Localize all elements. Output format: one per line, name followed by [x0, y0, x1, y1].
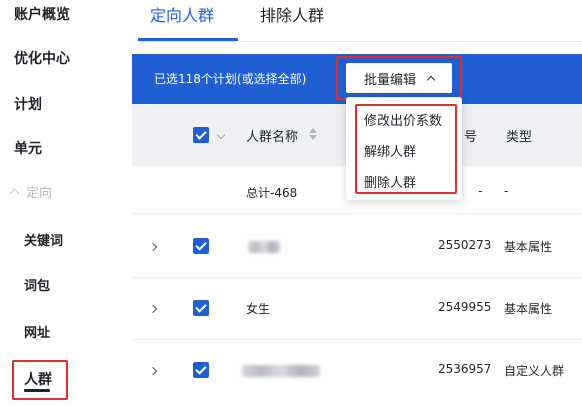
column-header-type[interactable]: 类型	[506, 126, 532, 145]
sidebar-item-url[interactable]: 网址	[24, 322, 50, 341]
highlight-frame	[355, 104, 457, 194]
table-row[interactable]: 女生 2549955 基本属性	[132, 278, 582, 340]
highlight-frame	[336, 56, 462, 100]
row-id: 2536957	[438, 362, 492, 376]
tab-targeted-audience[interactable]: 定向人群	[150, 2, 214, 26]
summary-id: -	[478, 184, 483, 198]
row-id: 2549955	[438, 300, 492, 314]
row-type: 基本属性	[504, 240, 553, 254]
column-header-name[interactable]: 人群名称	[246, 126, 298, 145]
column-header-id[interactable]: 号	[464, 126, 477, 145]
summary-name: 总计-468	[246, 186, 298, 200]
sidebar: 账户概览 优化中心 计划 单元 定向 关键词 词包 网址 人群	[0, 0, 132, 406]
sort-icon[interactable]	[309, 128, 317, 140]
active-indicator	[24, 389, 50, 392]
row-type: 基本属性	[504, 302, 553, 316]
sidebar-item-audience[interactable]: 人群	[24, 369, 52, 389]
row-type: 自定义人群	[504, 364, 565, 378]
chevron-right-icon[interactable]	[148, 304, 158, 314]
selection-count-text: 已选118个计划(或选择全部)	[154, 72, 307, 86]
sidebar-item-account-overview[interactable]: 账户概览	[14, 4, 70, 24]
row-id: 2550273	[438, 238, 492, 252]
chevron-up-icon	[9, 188, 20, 199]
summary-type: -	[504, 184, 509, 198]
table-row[interactable]: 2536957 自定义人群	[132, 340, 582, 406]
sidebar-group-label: 定向	[26, 186, 53, 201]
sidebar-item-plan[interactable]: 计划	[14, 94, 42, 114]
table-row[interactable]: 2550273 基本属性	[132, 214, 582, 278]
sidebar-item-word-pack[interactable]: 词包	[24, 275, 50, 294]
row-checkbox[interactable]	[193, 238, 209, 254]
blurred-audience-name	[248, 241, 280, 253]
chevron-right-icon[interactable]	[148, 366, 158, 376]
chevron-right-icon[interactable]	[148, 242, 158, 252]
row-audience-name: 女生	[246, 302, 271, 316]
sidebar-item-keywords[interactable]: 关键词	[24, 230, 63, 249]
sidebar-item-unit[interactable]: 单元	[14, 138, 42, 158]
tab-bar: 定向人群 排除人群	[132, 0, 582, 42]
tab-active-underline	[138, 38, 238, 41]
select-all-checkbox[interactable]	[193, 127, 209, 143]
row-checkbox[interactable]	[193, 362, 209, 378]
blurred-audience-name	[242, 365, 320, 377]
row-checkbox[interactable]	[193, 300, 209, 316]
sidebar-group-targeting[interactable]: 定向	[5, 182, 52, 201]
sidebar-item-optimization-center[interactable]: 优化中心	[14, 48, 70, 68]
tab-excluded-audience[interactable]: 排除人群	[260, 2, 324, 26]
